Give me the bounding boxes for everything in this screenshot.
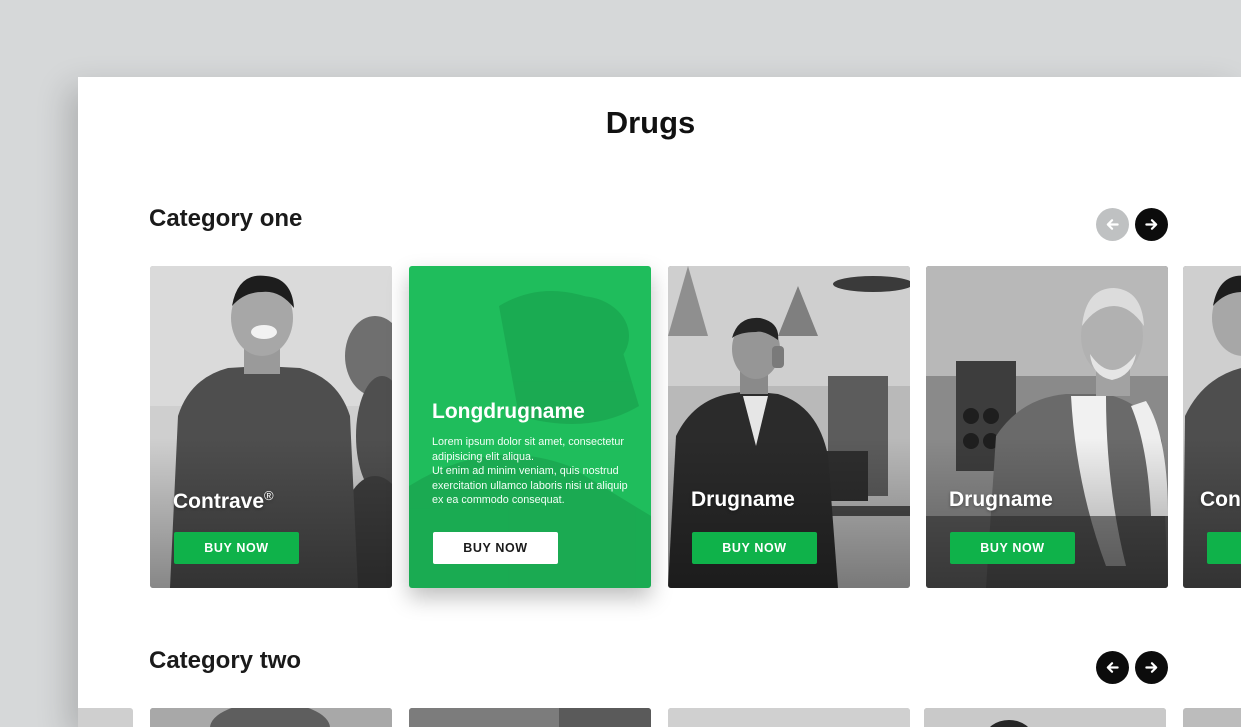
drug-name: Con xyxy=(1200,488,1241,511)
category-two-next-button[interactable] xyxy=(1135,651,1168,684)
arrow-right-icon xyxy=(1145,219,1158,230)
category-one-prev-button[interactable] xyxy=(1096,208,1129,241)
arrow-left-icon xyxy=(1106,219,1119,230)
drug-card-longdrugname[interactable]: Longdrugname Lorem ipsum dolor sit amet,… xyxy=(409,266,651,588)
photo-shade xyxy=(926,438,1168,588)
drug-description: Lorem ipsum dolor sit amet, consectetur … xyxy=(432,435,642,508)
arrow-right-icon xyxy=(1145,662,1158,673)
buy-now-button[interactable]: BUY NOW xyxy=(950,532,1075,564)
category-two-card-4[interactable] xyxy=(924,708,1166,727)
drug-name: Drugname xyxy=(949,488,1053,511)
category-two-prev-button[interactable] xyxy=(1096,651,1129,684)
category-two-title: Category two xyxy=(149,647,302,674)
card-photo xyxy=(409,708,651,727)
arrow-left-icon xyxy=(1106,662,1119,673)
category-two-card-2[interactable] xyxy=(409,708,651,727)
drug-card-contrave[interactable]: Contrave® BUY NOW xyxy=(150,266,392,588)
category-two-card-partial-left[interactable] xyxy=(78,708,133,727)
buy-now-button[interactable] xyxy=(1207,532,1241,564)
card-photo xyxy=(668,708,910,727)
registered-mark: ® xyxy=(264,488,274,503)
drug-name: Longdrugname xyxy=(432,400,585,423)
photo-shade xyxy=(1183,438,1241,588)
drug-card-drugname-2[interactable]: Drugname BUY NOW xyxy=(926,266,1168,588)
drug-name: Drugname xyxy=(691,488,795,511)
drug-card-partial[interactable]: Con xyxy=(1183,266,1241,588)
category-one-next-button[interactable] xyxy=(1135,208,1168,241)
category-two-card-partial-right[interactable] xyxy=(1183,708,1241,727)
photo-shade xyxy=(668,438,910,588)
buy-now-button[interactable]: BUY NOW xyxy=(433,532,558,564)
category-one-title: Category one xyxy=(149,205,303,232)
description-line-1: Lorem ipsum dolor sit amet, consectetur … xyxy=(432,436,625,463)
category-two-card-3[interactable] xyxy=(668,708,910,727)
buy-now-button[interactable]: BUY NOW xyxy=(174,532,299,564)
card-photo xyxy=(150,708,392,727)
drug-name-text: Contrave xyxy=(173,490,265,513)
drugs-panel: Drugs Category one Contrave® BUY NOW Lon… xyxy=(78,77,1241,727)
card-photo xyxy=(924,708,1166,727)
drug-card-drugname-1[interactable]: Drugname BUY NOW xyxy=(668,266,910,588)
page-title: Drugs xyxy=(605,105,696,140)
description-line-2: Ut enim ad minim veniam, quis nostrud ex… xyxy=(432,465,628,506)
buy-now-button[interactable]: BUY NOW xyxy=(692,532,817,564)
category-two-card-1[interactable] xyxy=(150,708,392,727)
drug-name: Contrave® xyxy=(173,488,274,514)
